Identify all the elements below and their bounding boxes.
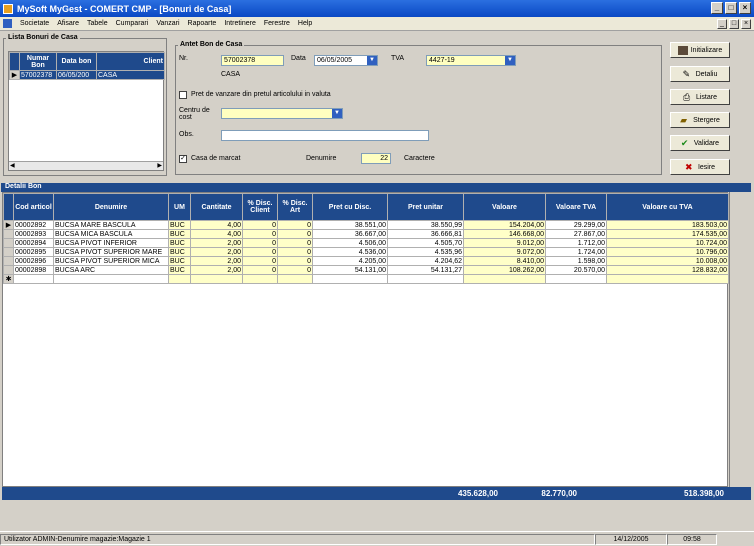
detalii-vscrollbar[interactable]	[729, 192, 751, 487]
list-col-data[interactable]: Data bon	[56, 52, 97, 71]
menu-intretinere[interactable]: Intretinere	[220, 20, 260, 27]
detalii-title: Detalii Bon	[5, 183, 42, 190]
col-cod[interactable]: Cod articol	[13, 193, 54, 221]
table-row[interactable]: 00002894 BUCSA PIVOT INFERIOR BUC 2,00 0…	[3, 238, 729, 248]
list-panel-title: Lista Bonuri de Casa	[6, 34, 80, 41]
detalii-grid[interactable]: Cod articol Denumire UM Cantitate % Disc…	[2, 192, 729, 487]
app-icon	[3, 3, 13, 14]
totals-bar: 435.628,00 82.770,00 518.398,00	[2, 487, 751, 500]
menu-help[interactable]: Help	[294, 20, 316, 27]
printer-icon: ⎙	[682, 91, 691, 102]
list-col-nr[interactable]: Numar Bon	[19, 52, 57, 71]
col-disc-art[interactable]: % Disc. Art	[277, 193, 313, 221]
casa-marcat-checkbox[interactable]: ✓	[179, 155, 187, 163]
window-title: MySoft MyGest - COMERT CMP - [Bonuri de …	[17, 3, 232, 14]
document-icon	[3, 19, 12, 28]
menu-tabele[interactable]: Tabele	[83, 20, 112, 27]
scroll-left-icon[interactable]: ◀	[10, 162, 15, 169]
list-panel: Lista Bonuri de Casa Numar Bon Data bon …	[3, 34, 167, 176]
chevron-down-icon[interactable]: ▼	[505, 56, 515, 65]
nr-label: Nr.	[179, 55, 188, 62]
menu-rapoarte[interactable]: Rapoarte	[184, 20, 221, 27]
total-valoare-tva: 82.770,00	[541, 489, 577, 498]
status-date: 14/12/2005	[595, 533, 667, 545]
child-minimize-button[interactable]: _	[717, 19, 727, 29]
initializare-button[interactable]: Initializare	[670, 42, 730, 58]
col-pret-unitar[interactable]: Pret unitar	[387, 193, 464, 221]
table-row[interactable]: 00002896 BUCSA PIVOT SUPERIOR MICA BUC 2…	[3, 256, 729, 266]
list-col-client[interactable]: Client	[96, 52, 165, 71]
data-label: Data	[291, 55, 306, 62]
child-close-button[interactable]: ×	[741, 19, 751, 29]
table-row[interactable]: ▶ 00002892 BUCSA MARE BASCULA BUC 4,00 0…	[3, 220, 729, 230]
iesire-button[interactable]: ✖ Iesire	[670, 159, 730, 175]
pret-valuta-label: Pret de vanzare din pretul articolului i…	[191, 91, 331, 98]
menu-societate[interactable]: Societate	[16, 20, 53, 27]
new-row-icon: ✱	[3, 274, 14, 284]
nr-input[interactable]: 57002378	[221, 55, 284, 66]
validare-button[interactable]: ✔ Validare	[670, 135, 730, 151]
total-valoare: 435.628,00	[457, 489, 498, 498]
obs-input[interactable]	[221, 130, 429, 141]
col-disc-client[interactable]: % Disc. Client	[242, 193, 278, 221]
col-denumire[interactable]: Denumire	[53, 193, 169, 221]
menu-cumparari[interactable]: Cumparari	[112, 20, 153, 27]
col-valoare-cu-tva[interactable]: Valoare cu TVA	[606, 193, 729, 221]
col-um[interactable]: UM	[168, 193, 191, 221]
list-grid[interactable]: Numar Bon Data bon Client ▶ 57002378 06/…	[8, 51, 165, 171]
obs-label: Obs.	[179, 131, 194, 138]
table-row[interactable]: 00002895 BUCSA PIVOT SUPERIOR MARE BUC 2…	[3, 247, 729, 257]
total-valoare-cu-tva: 518.398,00	[683, 489, 724, 498]
list-row[interactable]: ▶ 57002378 06/05/200 CASA	[9, 70, 165, 80]
title-bar: MySoft MyGest - COMERT CMP - [Bonuri de …	[0, 0, 754, 17]
status-time: 09:58	[667, 533, 717, 545]
antet-panel: Antet Bon de Casa Nr. 57002378 CASA Data…	[175, 41, 662, 175]
close-icon: ✖	[684, 161, 693, 172]
maximize-button[interactable]: □	[725, 2, 737, 14]
row-indicator-icon: ▶	[9, 70, 20, 80]
status-user: Utilizator ADMIN-Denumire magazie:Magazi…	[0, 533, 595, 545]
row-indicator-icon: ▶	[3, 220, 14, 230]
menu-afisare[interactable]: Afisare	[53, 20, 83, 27]
status-bar: Utilizator ADMIN-Denumire magazie:Magazi…	[0, 531, 754, 546]
chevron-down-icon[interactable]: ▼	[332, 109, 342, 118]
table-row[interactable]: 00002893 BUCSA MICA BASCULA BUC 4,00 0 0…	[3, 229, 729, 239]
chevron-down-icon[interactable]: ▼	[367, 56, 377, 65]
col-valoare[interactable]: Valoare	[463, 193, 546, 221]
data-combo[interactable]: 06/05/2005 ▼	[314, 55, 378, 66]
tva-label: TVA	[391, 55, 405, 62]
menu-bar: Societate Afisare Tabele Cumparari Vanza…	[0, 17, 754, 31]
casa-marcat-label: Casa de marcat	[191, 155, 241, 162]
denumire-label: Denumire	[306, 155, 337, 162]
new-row[interactable]: ✱	[3, 274, 729, 284]
client-value: CASA	[221, 71, 241, 78]
denumire-input[interactable]: 22	[361, 153, 391, 164]
child-restore-button[interactable]: □	[729, 19, 739, 29]
caractere-label: Caractere	[404, 155, 435, 162]
centru-combo[interactable]: ▼	[221, 108, 343, 119]
antet-panel-title: Antet Bon de Casa	[178, 41, 245, 48]
pret-valuta-checkbox[interactable]	[179, 91, 187, 99]
menu-ferestre[interactable]: Ferestre	[260, 20, 294, 27]
tva-combo[interactable]: 4427-19 ▼	[426, 55, 516, 66]
stergere-button[interactable]: ▰ Stergere	[670, 112, 730, 128]
minimize-button[interactable]: _	[711, 2, 723, 14]
menu-vanzari[interactable]: Vanzari	[152, 20, 183, 27]
col-valoare-tva[interactable]: Valoare TVA	[545, 193, 607, 221]
col-pret-disc[interactable]: Pret cu Disc.	[312, 193, 388, 221]
pencil-icon: ✎	[682, 68, 691, 79]
listare-button[interactable]: ⎙ Listare	[670, 89, 730, 105]
table-row[interactable]: 00002898 BUCSA ARC BUC 2,00 0 0 54.131,0…	[3, 265, 729, 275]
scroll-right-icon[interactable]: ▶	[157, 162, 162, 169]
detaliu-button[interactable]: ✎ Detaliu	[670, 66, 730, 82]
check-icon: ✔	[680, 137, 689, 148]
centru-label: Centru de cost	[179, 107, 210, 121]
list-hscrollbar[interactable]: ◀ ▶	[9, 161, 163, 170]
folder-icon	[677, 45, 688, 55]
close-button[interactable]: ×	[739, 2, 751, 14]
col-cantitate[interactable]: Cantitate	[190, 193, 243, 221]
eraser-icon: ▰	[680, 114, 687, 125]
